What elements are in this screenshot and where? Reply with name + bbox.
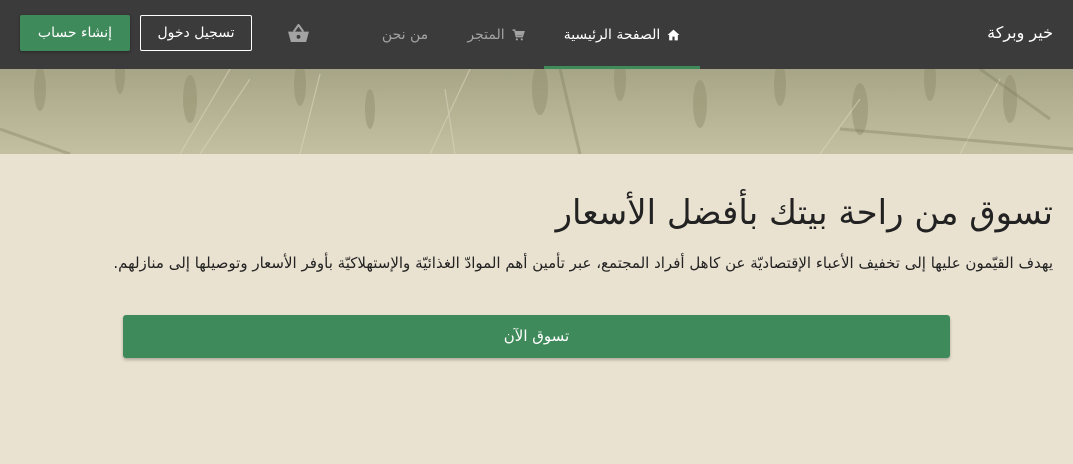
nav-item-about[interactable]: من نحن	[370, 0, 440, 69]
wheat-field-image	[0, 69, 1073, 154]
login-button[interactable]: تسجيل دخول	[140, 15, 252, 51]
home-icon	[667, 29, 680, 40]
page-subtitle: يهدف القيّمون عليها إلى تخفيف الأعباء ال…	[113, 254, 1053, 272]
nav-item-home-label: الصفحة الرئيسية	[563, 26, 661, 43]
signup-button[interactable]: إنشاء حساب	[20, 15, 130, 51]
shop-now-button[interactable]: تسوق الآن	[123, 315, 950, 358]
hero-banner	[0, 69, 1073, 154]
nav-item-home[interactable]: الصفحة الرئيسية	[544, 0, 700, 69]
basket-button[interactable]	[286, 22, 310, 44]
nav-item-about-label: من نحن	[381, 26, 429, 43]
nav-item-store-label: المتجر	[467, 26, 505, 43]
basket-icon	[287, 23, 309, 42]
top-navbar: خير وبركة الصفحة الرئيسية المتجر من نحن …	[0, 0, 1073, 69]
brand-logo[interactable]: خير وبركة	[987, 20, 1053, 46]
nav-item-store[interactable]: المتجر	[456, 0, 536, 69]
page-title: تسوق من راحة بيتك بأفضل الأسعار	[555, 193, 1053, 233]
cart-icon	[512, 28, 525, 40]
